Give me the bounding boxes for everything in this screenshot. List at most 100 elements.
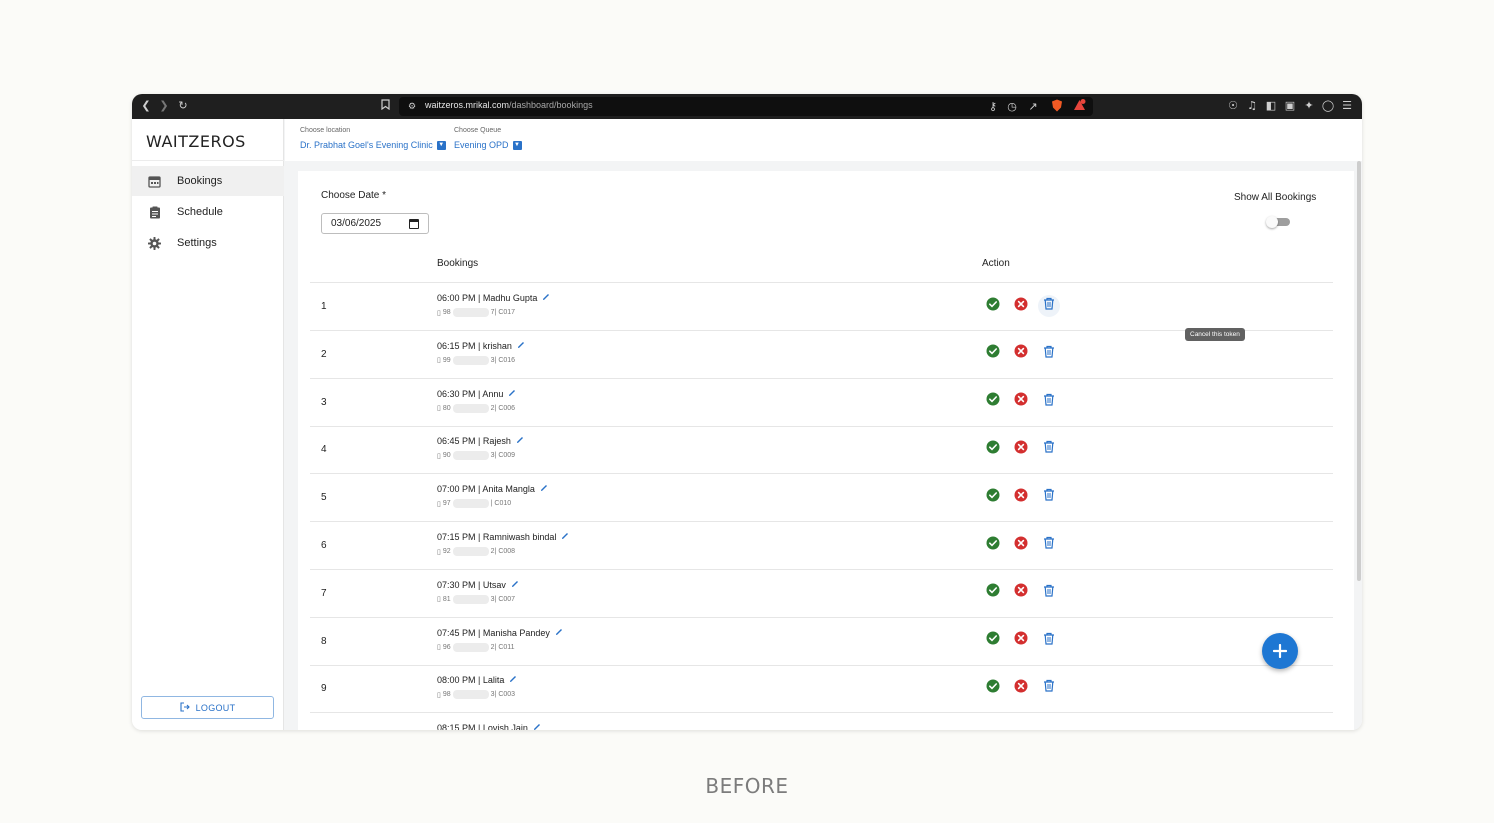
sidebar-toggle-icon[interactable]: ◧	[1264, 99, 1278, 113]
redacted-phone	[452, 355, 489, 365]
delete-button[interactable]	[1041, 632, 1057, 649]
delete-button[interactable]	[1041, 536, 1057, 553]
delete-button[interactable]	[1041, 584, 1057, 601]
reject-button[interactable]	[1013, 583, 1029, 601]
confirm-button[interactable]	[985, 297, 1001, 316]
delete-button[interactable]	[1041, 489, 1057, 505]
share-icon[interactable]: ↗	[1026, 100, 1040, 114]
edit-icon[interactable]	[555, 628, 563, 638]
confirm-button[interactable]	[985, 344, 1001, 363]
forward-icon[interactable]: ❯	[157, 99, 171, 113]
edit-icon[interactable]	[561, 532, 569, 542]
site-settings-icon[interactable]: ⚙	[405, 100, 419, 114]
sidebar-item-schedule[interactable]: Schedule	[132, 197, 284, 227]
reject-button[interactable]	[1013, 679, 1029, 696]
delete-button[interactable]	[1041, 345, 1057, 362]
booking-code: | C003	[494, 691, 516, 699]
reject-button[interactable]	[1013, 440, 1029, 459]
trash-icon	[1043, 393, 1055, 411]
cancel-circle-icon	[1014, 344, 1028, 363]
confirm-button[interactable]	[985, 631, 1001, 649]
edit-icon[interactable]	[516, 436, 524, 446]
redacted-phone	[452, 594, 489, 604]
logout-label: LOGOUT	[195, 702, 236, 713]
vpn-icon[interactable]: ◯	[1321, 99, 1335, 113]
booking-title: 07:00 PM | Anita Mangla	[437, 484, 535, 495]
cancel-circle-icon	[1014, 536, 1028, 555]
booking-details: ▯ 96 2 | C011	[437, 642, 515, 652]
brave-rewards-icon[interactable]	[1072, 99, 1086, 113]
phone-prefix: 80	[442, 404, 451, 412]
table-row: 08:15 PM | Lovish Jain	[310, 713, 1333, 730]
phone-prefix: 92	[442, 548, 451, 555]
leo-ai-icon[interactable]: ✦	[1302, 99, 1316, 113]
scrollbar[interactable]	[1357, 161, 1361, 581]
phone-icon: ▯	[437, 309, 441, 317]
delete-button[interactable]	[1041, 680, 1057, 696]
check-circle-icon	[986, 344, 1000, 363]
confirm-button[interactable]	[985, 440, 1001, 457]
edit-icon[interactable]	[511, 580, 519, 590]
wallet-icon[interactable]: ▣	[1283, 99, 1297, 113]
confirm-button[interactable]	[985, 679, 1001, 696]
delete-button[interactable]	[1041, 393, 1057, 411]
redacted-phone	[452, 499, 489, 509]
table-row: 6 07:15 PM | Ramniwash bindal ▯ 92 2 | C008	[310, 522, 1333, 570]
media-icon[interactable]: ♫	[1245, 99, 1259, 113]
add-booking-button[interactable]	[1262, 633, 1298, 669]
reload-icon[interactable]: ↻	[176, 99, 190, 113]
date-input[interactable]: 03/06/2025	[321, 213, 429, 234]
edit-icon[interactable]	[508, 389, 516, 399]
url-path: /dashboard/bookings	[509, 100, 593, 110]
sidebar-item-bookings[interactable]: Bookings	[132, 166, 284, 196]
date-label: Choose Date *	[321, 190, 387, 201]
history-icon[interactable]: ◷	[1005, 100, 1019, 114]
calendar-picker-icon[interactable]	[409, 219, 419, 229]
brave-shield-icon[interactable]	[1050, 99, 1064, 113]
extensions-icon[interactable]: ☉	[1226, 99, 1240, 113]
cancel-circle-icon	[1014, 488, 1028, 507]
delete-button[interactable]	[1038, 295, 1060, 317]
show-all-toggle[interactable]	[1266, 216, 1290, 228]
cancel-circle-icon	[1014, 440, 1028, 459]
reject-button[interactable]	[1013, 488, 1029, 507]
edit-icon[interactable]	[542, 293, 550, 303]
check-circle-icon	[986, 297, 1000, 316]
reject-button[interactable]	[1013, 631, 1029, 650]
bookmark-icon[interactable]	[378, 99, 392, 113]
confirm-button[interactable]	[985, 392, 1001, 411]
confirm-button[interactable]	[985, 583, 1001, 601]
location-value: Dr. Prabhat Goel's Evening Clinic	[300, 140, 433, 150]
queue-value: Evening OPD	[454, 140, 509, 150]
column-header-bookings: Bookings	[437, 258, 479, 269]
reject-button[interactable]	[1013, 536, 1029, 555]
reject-button[interactable]	[1013, 392, 1029, 410]
edit-icon[interactable]	[540, 484, 548, 494]
topbar: Choose location Dr. Prabhat Goel's Eveni…	[285, 119, 1362, 161]
logout-button[interactable]: LOGOUT	[141, 696, 274, 719]
back-icon[interactable]: ❮	[139, 99, 153, 113]
row-index: 6	[321, 540, 327, 551]
booking-title: 06:45 PM | Rajesh	[437, 436, 511, 447]
reject-button[interactable]	[1013, 297, 1029, 314]
booking-details: ▯ 97 | C010	[437, 499, 511, 509]
booking-code: | C017	[494, 309, 516, 316]
edit-icon[interactable]	[533, 723, 541, 730]
menu-icon[interactable]: ☰	[1340, 99, 1354, 113]
reject-button[interactable]	[1013, 344, 1029, 363]
edit-icon[interactable]	[517, 341, 525, 351]
delete-button[interactable]	[1041, 441, 1057, 457]
confirm-button[interactable]	[985, 536, 1001, 553]
key-icon[interactable]: ⚷	[986, 100, 1000, 114]
cancel-circle-icon	[1014, 631, 1028, 650]
booking-title: 08:00 PM | Lalita	[437, 675, 505, 686]
location-select[interactable]: Dr. Prabhat Goel's Evening Clinic ▼	[300, 140, 446, 150]
table-row: 8 07:45 PM | Manisha Pandey ▯ 96 2 | C011	[310, 618, 1333, 666]
sidebar-item-settings[interactable]: Settings	[132, 228, 284, 258]
check-circle-icon	[986, 392, 1000, 411]
edit-icon[interactable]	[509, 675, 517, 685]
queue-select[interactable]: Evening OPD ▼	[454, 140, 522, 150]
booking-details: ▯ 90 3 | C009	[437, 451, 515, 461]
address-bar[interactable]: ⚙ waitzeros.mrikal.com/dashboard/booking…	[399, 97, 1093, 116]
confirm-button[interactable]	[985, 488, 1001, 505]
